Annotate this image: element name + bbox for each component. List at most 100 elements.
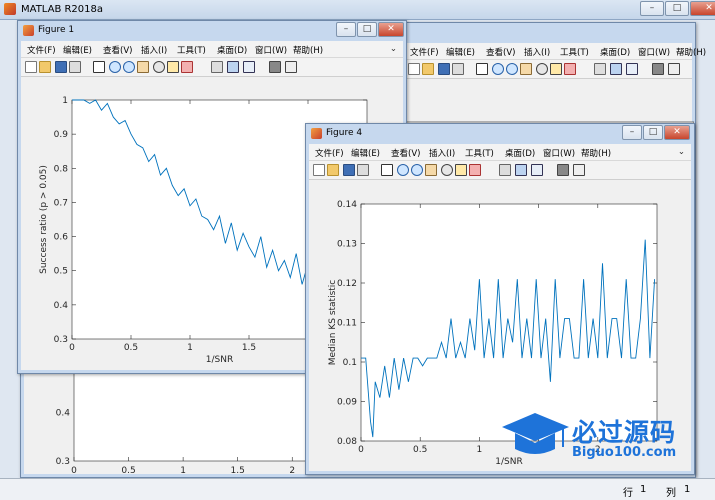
matlab-logo-icon [4,3,16,15]
brush-icon[interactable] [181,61,193,73]
menu-item[interactable]: 编辑(E) [351,147,380,159]
menu-item[interactable]: 查看(V) [486,46,515,58]
graduation-cap-icon [502,413,569,454]
figure-1-close-button[interactable]: ✕ [378,22,404,37]
legend-icon[interactable] [626,63,638,75]
show-plot-icon[interactable] [285,61,297,73]
zoom-in-icon[interactable] [397,164,409,176]
menu-item[interactable]: 窗口(W) [638,46,670,58]
figure-1-minimize-button[interactable]: – [336,22,356,37]
row-value: 1 [640,484,647,495]
pointer-icon[interactable] [381,164,393,176]
menu-item[interactable]: 查看(V) [103,44,132,56]
show-plot-icon[interactable] [668,63,680,75]
zoom-in-icon[interactable] [492,63,504,75]
hide-plot-icon[interactable] [652,63,664,75]
figure-4-title-bar[interactable]: Figure 4 – □ ✕ [306,124,694,143]
new-file-icon[interactable] [313,164,325,176]
pan-icon[interactable] [520,63,532,75]
colorbar-icon[interactable] [227,61,239,73]
link-icon[interactable] [211,61,223,73]
zoom-out-icon[interactable] [123,61,135,73]
new-file-icon[interactable] [408,63,420,75]
figure-icon [23,25,34,36]
menu-item[interactable]: 插入(I) [141,44,167,56]
menu-item[interactable]: 文件(F) [27,44,56,56]
hide-plot-icon[interactable] [269,61,281,73]
print-icon[interactable] [69,61,81,73]
menu-item[interactable]: 窗口(W) [255,44,287,56]
col-label: 列 [666,488,676,499]
menu-item[interactable]: 工具(T) [465,147,494,159]
menu-item[interactable]: 桌面(D) [600,46,630,58]
y-tick-label: 0.1 [343,358,357,368]
x-tick-label: 1.5 [231,466,245,476]
figure-4-close-button[interactable]: ✕ [664,125,690,140]
pointer-icon[interactable] [93,61,105,73]
brush-icon[interactable] [564,63,576,75]
menu-item[interactable]: 帮助(H) [293,44,323,56]
y-tick-label: 0.13 [337,240,357,250]
menu-item[interactable]: 编辑(E) [63,44,92,56]
menu-item[interactable]: 编辑(E) [446,46,475,58]
zoom-out-icon[interactable] [506,63,518,75]
menu-item[interactable]: 查看(V) [391,147,420,159]
show-plot-icon[interactable] [573,164,585,176]
open-folder-icon[interactable] [39,61,51,73]
y-tick-label: 0.12 [337,279,357,289]
link-icon[interactable] [594,63,606,75]
colorbar-icon[interactable] [515,164,527,176]
rotate-icon[interactable] [441,164,453,176]
legend-icon[interactable] [531,164,543,176]
open-folder-icon[interactable] [327,164,339,176]
minimize-button[interactable]: – [640,1,664,16]
x-tick-label: 0 [358,445,364,455]
figure-4-toolbar [309,161,691,180]
pan-icon[interactable] [425,164,437,176]
pointer-icon[interactable] [476,63,488,75]
y-tick-label: 0.7 [54,198,68,208]
pan-icon[interactable] [137,61,149,73]
menu-dock-arrow-icon[interactable]: ⌄ [678,147,685,157]
print-icon[interactable] [357,164,369,176]
menu-dock-arrow-icon[interactable]: ⌄ [390,44,397,54]
close-button[interactable]: ✕ [690,1,715,16]
menu-item[interactable]: 桌面(D) [217,44,247,56]
data-cursor-icon[interactable] [550,63,562,75]
figure-4-maximize-button[interactable]: □ [643,125,663,140]
rotate-icon[interactable] [536,63,548,75]
maximize-button[interactable]: □ [665,1,689,16]
zoom-out-icon[interactable] [411,164,423,176]
save-icon[interactable] [55,61,67,73]
menu-item[interactable]: 桌面(D) [505,147,535,159]
menu-item[interactable]: 窗口(W) [543,147,575,159]
menu-item[interactable]: 文件(F) [315,147,344,159]
legend-icon[interactable] [243,61,255,73]
data-cursor-icon[interactable] [455,164,467,176]
save-icon[interactable] [438,63,450,75]
x-tick-label: 0.5 [413,445,427,455]
open-folder-icon[interactable] [422,63,434,75]
menu-item[interactable]: 插入(I) [429,147,455,159]
menu-item[interactable]: 工具(T) [560,46,589,58]
zoom-in-icon[interactable] [109,61,121,73]
brush-icon[interactable] [469,164,481,176]
figure-1-title-bar[interactable]: Figure 1 – □ ✕ [18,21,406,40]
rotate-icon[interactable] [153,61,165,73]
figure-1-maximize-button[interactable]: □ [357,22,377,37]
colorbar-icon[interactable] [610,63,622,75]
new-file-icon[interactable] [25,61,37,73]
link-icon[interactable] [499,164,511,176]
menu-dock-arrow-icon[interactable]: ⌄ [679,46,686,56]
menu-item[interactable]: 文件(F) [410,46,439,58]
menu-item[interactable]: 插入(I) [524,46,550,58]
figure-4-minimize-button[interactable]: – [622,125,642,140]
y-tick-label: 0.5 [54,267,68,277]
data-cursor-icon[interactable] [167,61,179,73]
menu-item[interactable]: 工具(T) [177,44,206,56]
hide-plot-icon[interactable] [557,164,569,176]
x-tick-label: 1 [187,343,193,353]
menu-item[interactable]: 帮助(H) [581,147,611,159]
print-icon[interactable] [452,63,464,75]
save-icon[interactable] [343,164,355,176]
